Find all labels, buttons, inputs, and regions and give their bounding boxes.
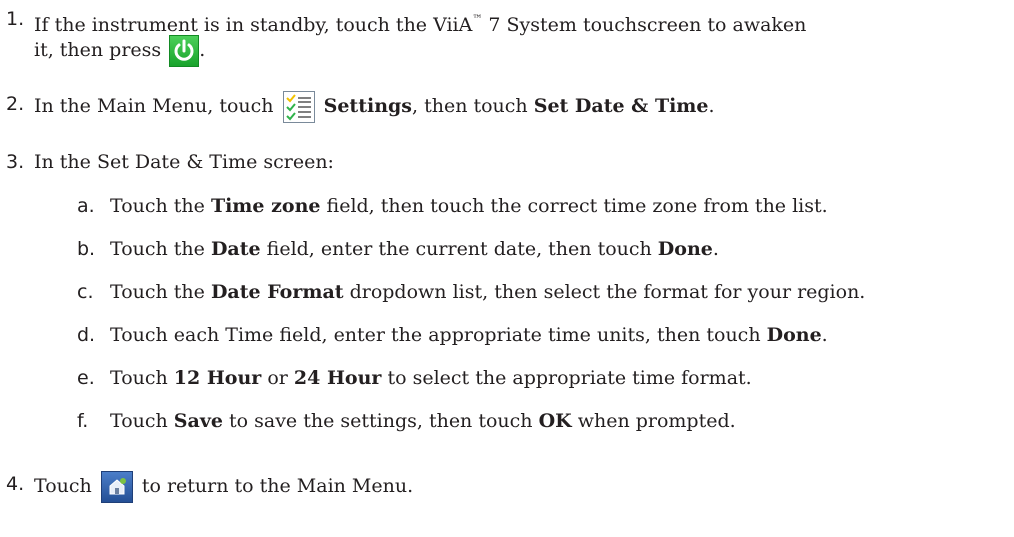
step-text: In the Set Date & Time screen: [34, 151, 334, 173]
step-text: . [199, 39, 206, 61]
step-number: 3. [6, 151, 25, 173]
step-text: , then touch [412, 95, 528, 117]
substep-text: when prompted. [571, 410, 736, 432]
substep-bold: Save [173, 410, 223, 432]
substep-text: Touch each Time field, enter the appropr… [110, 322, 828, 349]
substep-text: field, enter the current date, then touc… [260, 238, 658, 260]
step-text: . [708, 95, 715, 117]
substep-number: f. [77, 410, 89, 432]
substep-bold: Date Format [210, 281, 344, 303]
step-1: 1. If the instrument is in standby, touc… [0, 6, 1014, 67]
set-date-time-label: Set Date & Time [533, 95, 709, 117]
substep-text: Touch [110, 367, 174, 389]
step-number: 4. [6, 473, 25, 495]
substep-bold: OK [538, 410, 572, 432]
trademark-sup: ™ [472, 14, 483, 25]
substep-bold: 12 Hour [173, 367, 262, 389]
substep-text: Touch [110, 410, 174, 432]
step-text: to return to the Main Menu. [141, 475, 414, 497]
settings-label: Settings [323, 95, 412, 117]
substep-text: or [261, 367, 294, 389]
substep-text: . [712, 238, 719, 260]
step-2: 2. In the Main Menu, touch Settings, the… [0, 89, 1014, 123]
substep-text: Touch the Time zone field, then touch th… [110, 193, 828, 220]
substep-bold: Time zone [210, 195, 321, 217]
step-text: If the instrument is in standby, touch t… [34, 14, 473, 36]
substep-text: Touch each Time field, enter the appropr… [110, 324, 767, 346]
substep-text: Touch the [110, 281, 211, 303]
substep-text: dropdown list, then select the format fo… [343, 281, 866, 303]
power-icon[interactable] [169, 35, 200, 67]
substep-number: c. [77, 281, 94, 303]
home-icon[interactable] [100, 471, 133, 503]
step-text: Touch to return to the Main Menu. [34, 471, 413, 503]
substep-text: to save the settings, then touch [222, 410, 539, 432]
step-text: Touch [34, 475, 92, 497]
substep-bold: Done [766, 324, 822, 346]
settings-checklist-icon[interactable] [282, 91, 315, 123]
step-text: In the Main Menu, touch Settings, then t… [34, 91, 715, 123]
substep-text: Touch the Date field, enter the current … [110, 236, 719, 263]
substep-text: . [821, 324, 828, 346]
substep-text: field, then touch the correct time zone … [320, 195, 828, 217]
step-text: 7 System touchscreen to awaken [482, 14, 807, 36]
substep-text: Touch the Date Format dropdown list, the… [110, 279, 865, 306]
step-number: 1. [6, 8, 25, 30]
step-text: it, then press [34, 39, 162, 61]
step-4: 4. Touch to return to the Main Menu. [0, 468, 1014, 503]
substep-number: a. [77, 195, 95, 217]
substep-text: Touch the [110, 195, 211, 217]
substep-number: b. [77, 238, 96, 260]
step-text: In the Main Menu, touch [34, 95, 274, 117]
step-3: 3. In the Set Date & Time screen: [0, 149, 1014, 177]
substep-text: Touch Save to save the settings, then to… [110, 408, 736, 435]
substep-bold: Done [657, 238, 713, 260]
substep-bold: Date [210, 238, 261, 260]
substep-text: to select the appropriate time format. [381, 367, 752, 389]
substep-number: d. [77, 324, 96, 346]
step-text-line2: it, then press . [34, 35, 205, 67]
substep-text: Touch 12 Hour or 24 Hour to select the a… [110, 365, 752, 392]
substep-text: Touch the [110, 238, 211, 260]
substep-number: e. [77, 367, 95, 389]
substep-bold: 24 Hour [293, 367, 382, 389]
step-number: 2. [6, 93, 25, 115]
